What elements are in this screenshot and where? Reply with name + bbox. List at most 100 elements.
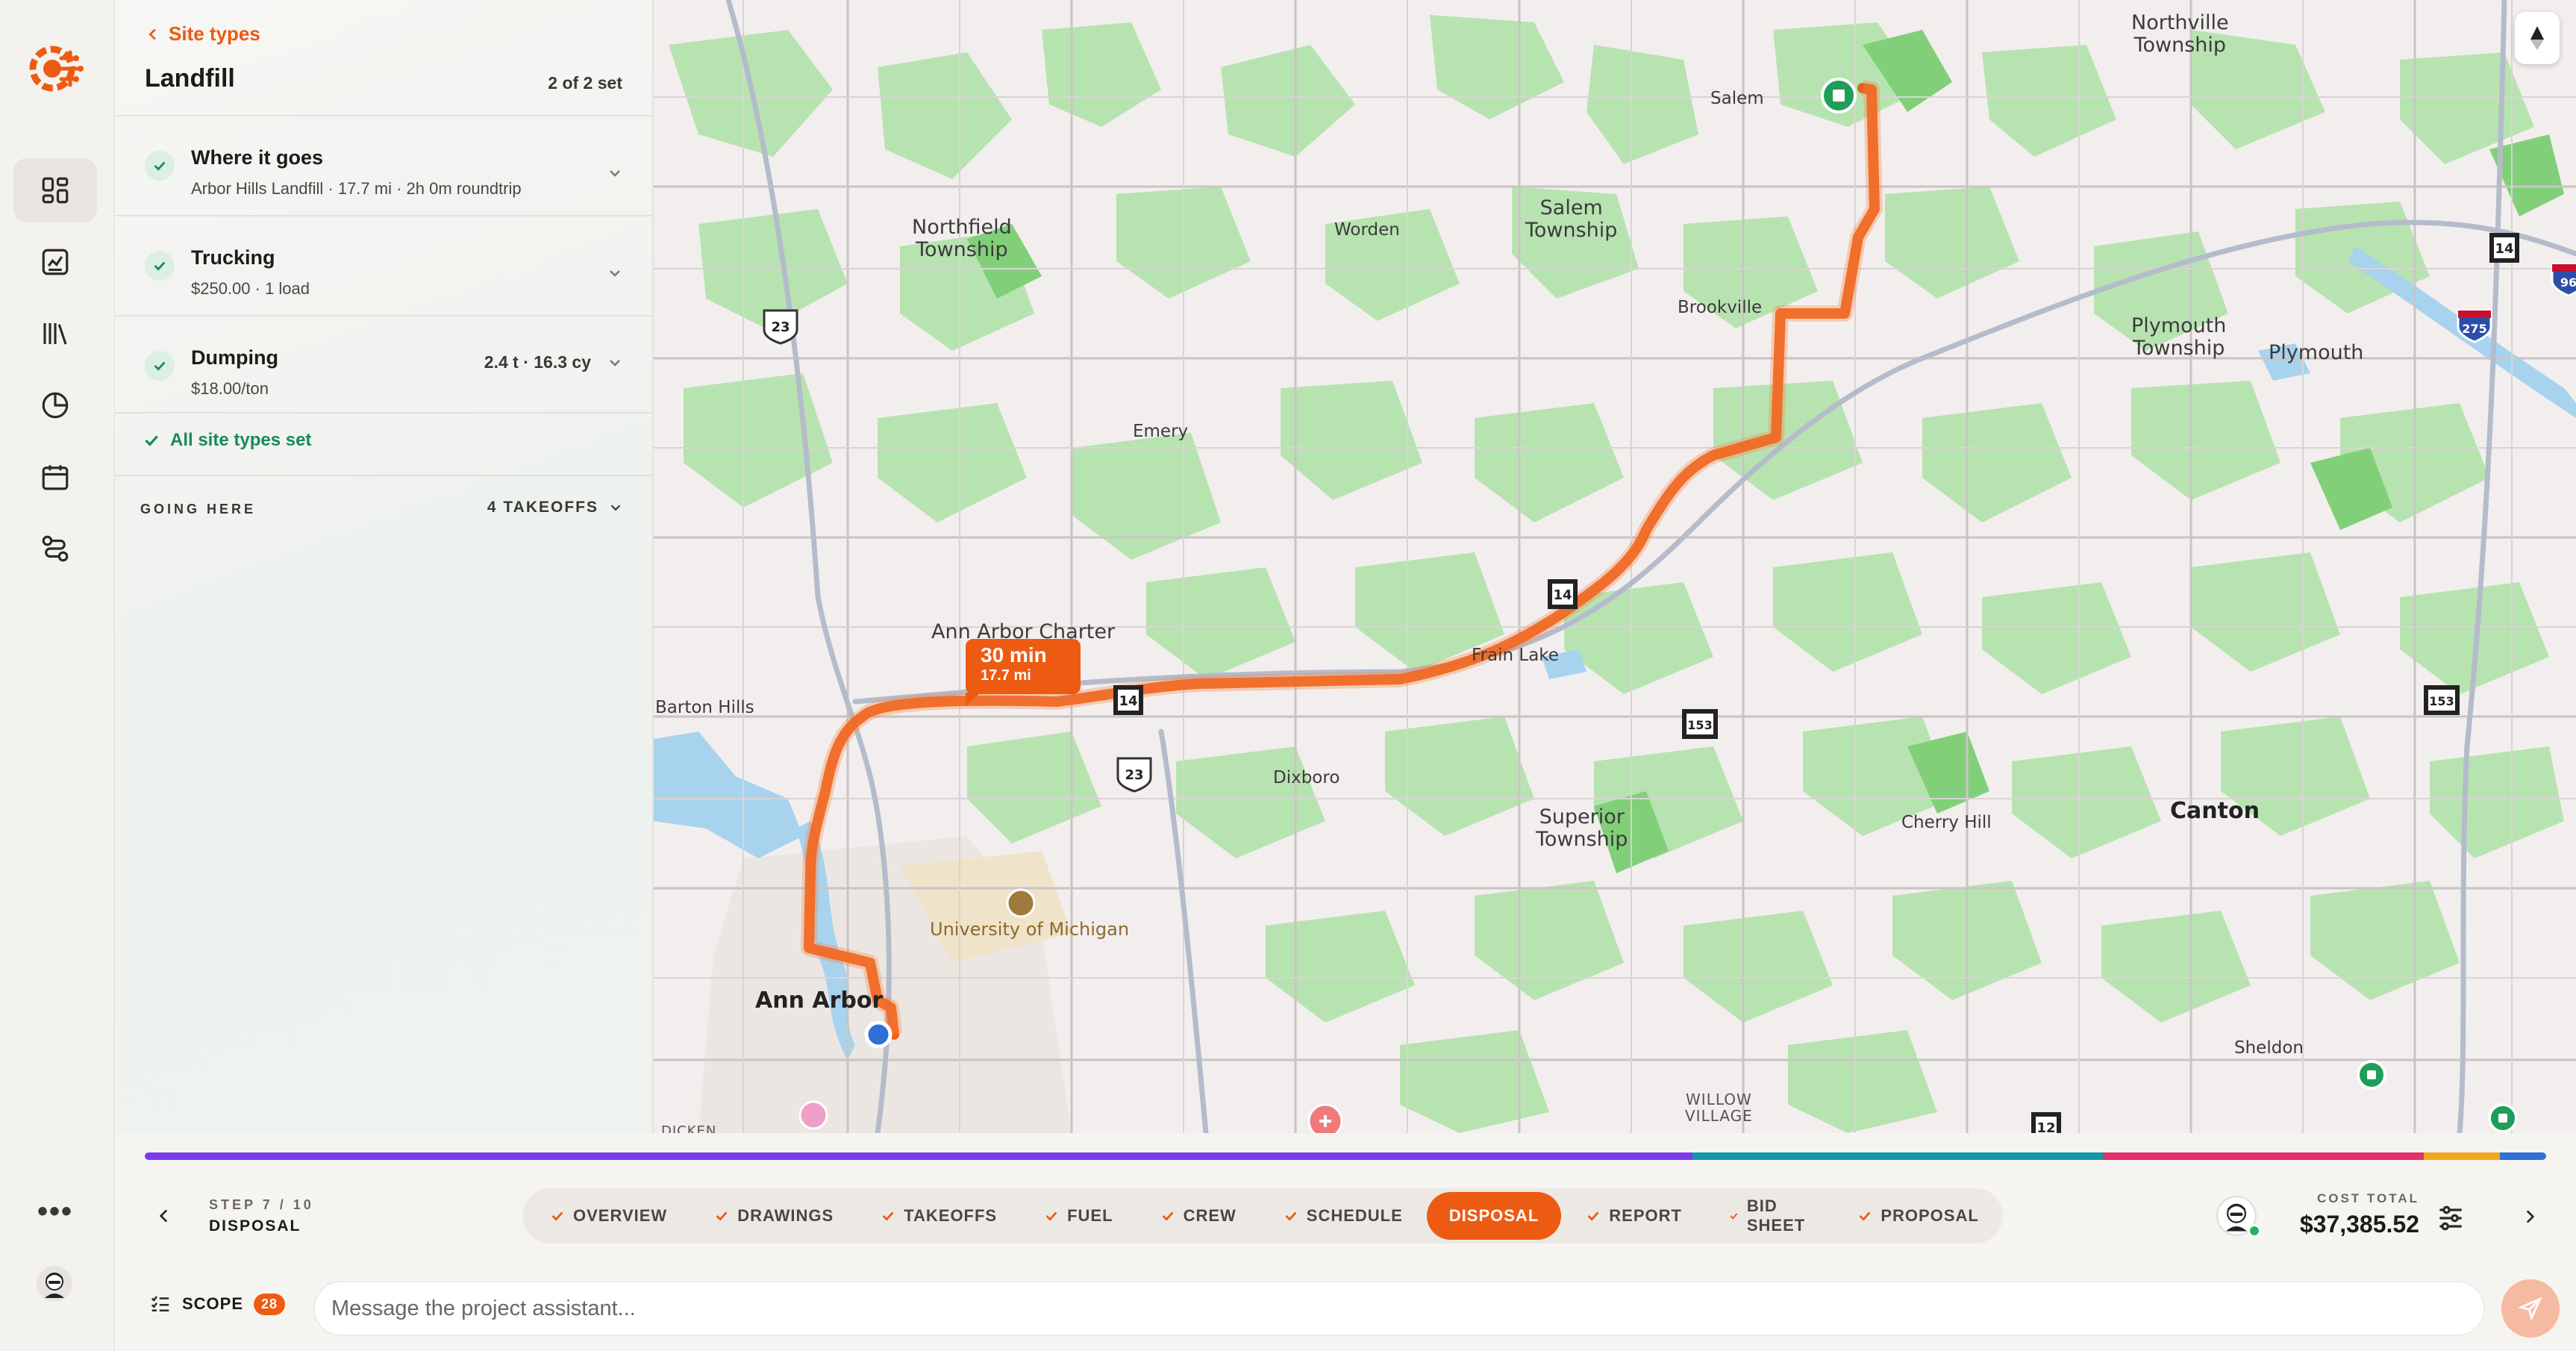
chevron-down-icon[interactable] xyxy=(606,264,624,282)
workflow-steps: OVERVIEW DRAWINGS TAKEOFFS FUEL CREW SCH… xyxy=(522,1188,2003,1244)
site-type-panel: Site types Landfill 2 of 2 set Where it … xyxy=(115,0,654,1133)
step-name: DISPOSAL xyxy=(209,1217,301,1235)
previous-step-button[interactable] xyxy=(149,1197,179,1235)
routes-icon xyxy=(42,535,69,562)
scope-button[interactable]: SCOPE 28 xyxy=(149,1293,286,1315)
check-icon xyxy=(882,1211,894,1221)
tab-overview[interactable]: OVERVIEW xyxy=(549,1192,667,1240)
workflow-progress-bar xyxy=(145,1152,2546,1160)
map-label-umich: University of Michigan xyxy=(930,919,1130,940)
tab-crew[interactable]: CREW xyxy=(1160,1192,1237,1240)
check-icon xyxy=(1730,1213,1738,1220)
chevron-left-icon xyxy=(159,1209,168,1223)
route-duration: 30 min xyxy=(981,643,1047,667)
dumping-row[interactable]: Dumping $18.00/ton 2.4 t · 16.3 cy xyxy=(115,315,654,415)
tab-report[interactable]: REPORT xyxy=(1585,1192,1682,1240)
check-icon xyxy=(145,351,175,381)
nav-dashboard[interactable] xyxy=(13,158,97,222)
next-step-button[interactable] xyxy=(2515,1200,2545,1233)
nav-library[interactable] xyxy=(13,302,97,366)
nav-estimate[interactable] xyxy=(13,230,97,294)
map-label-sheldon: Sheldon xyxy=(2234,1038,2304,1058)
scope-count-badge: 28 xyxy=(254,1293,286,1315)
svg-text:23: 23 xyxy=(1125,767,1143,783)
svg-text:96: 96 xyxy=(2560,275,2576,290)
user-avatar-icon[interactable] xyxy=(36,1265,73,1302)
progress-segment xyxy=(2424,1152,2500,1160)
back-link-label: Site types xyxy=(169,22,260,45)
takeoffs-dropdown[interactable]: 4 TAKEOFFS xyxy=(487,499,624,517)
nav-calendar[interactable] xyxy=(13,445,97,509)
all-set-status: All site types set xyxy=(142,430,311,451)
tab-bid-sheet[interactable]: BID SHEET xyxy=(1728,1192,1810,1240)
check-icon xyxy=(1162,1211,1174,1221)
route-distance: 17.7 mi xyxy=(981,667,1031,684)
svg-text:153: 153 xyxy=(1687,718,1712,732)
going-here-heading: GOING HERE xyxy=(140,502,257,517)
row-subtitle: $18.00/ton xyxy=(191,379,269,398)
assistant-message-input[interactable]: Message the project assistant... xyxy=(313,1281,2485,1336)
tab-drawings[interactable]: DRAWINGS xyxy=(713,1192,834,1240)
dumping-quantity: 2.4 t · 16.3 cy xyxy=(484,352,591,372)
svg-text:275: 275 xyxy=(2462,322,2486,336)
row-subtitle: $250.00 · 1 load xyxy=(191,279,310,298)
map-label-frain-lake: Frain Lake xyxy=(1472,646,1559,665)
map-label-emery: Emery xyxy=(1133,422,1189,441)
set-count: 2 of 2 set xyxy=(548,73,622,93)
tab-schedule[interactable]: SCHEDULE xyxy=(1283,1192,1403,1240)
dashboard-icon xyxy=(42,177,69,204)
chevron-down-icon[interactable] xyxy=(606,354,624,372)
sliders-icon[interactable] xyxy=(2434,1202,2467,1235)
svg-text:14: 14 xyxy=(1119,693,1137,709)
tab-fuel[interactable]: FUEL xyxy=(1043,1192,1113,1240)
trucking-row[interactable]: Trucking $250.00 · 1 load xyxy=(115,215,654,315)
route-map[interactable]: 23 23 14 14 14 153 153 12 275 96 Northvi… xyxy=(654,0,2576,1133)
analytics-icon xyxy=(42,392,69,419)
map-label-dixboro: Dixboro xyxy=(1273,768,1340,787)
more-menu-button[interactable]: ••• xyxy=(13,1179,97,1244)
progress-segment xyxy=(1692,1152,2103,1160)
map-label-plymouth-township: Plymouth Township xyxy=(2131,314,2227,360)
compass-button[interactable] xyxy=(2515,12,2560,64)
map-label-barton-hills: Barton Hills xyxy=(655,698,754,717)
progress-segment xyxy=(145,1152,1692,1160)
where-it-goes-row[interactable]: Where it goes Arbor Hills Landfill · 17.… xyxy=(115,115,654,215)
check-icon xyxy=(1859,1211,1871,1221)
map-label-willow-village: WILLOW VILLAGE xyxy=(1685,1091,1753,1125)
map-label-superior-township: Superior Township xyxy=(1536,805,1628,851)
map-label-plymouth: Plymouth xyxy=(2269,341,2364,364)
online-status-dot xyxy=(2248,1224,2261,1238)
map-label-northfield: Northfield Township xyxy=(912,216,1012,261)
calendar-icon xyxy=(42,465,69,490)
landfill-pin-icon xyxy=(1821,78,1857,113)
send-icon xyxy=(2518,1297,2542,1321)
row-subtitle: Arbor Hills Landfill · 17.7 mi · 2h 0m r… xyxy=(191,179,522,198)
chevron-left-icon xyxy=(149,28,156,40)
left-rail: ••• xyxy=(0,0,115,1351)
svg-text:153: 153 xyxy=(2429,694,2454,708)
scope-label: SCOPE xyxy=(182,1294,244,1313)
tab-takeoffs[interactable]: TAKEOFFS xyxy=(880,1192,997,1240)
check-icon xyxy=(145,251,175,281)
check-icon xyxy=(551,1211,563,1221)
nav-routes[interactable] xyxy=(13,517,97,581)
circuit-gear-logo-icon[interactable] xyxy=(22,36,87,100)
row-title: Dumping xyxy=(191,346,278,369)
route-eta-callout: 30 min 17.7 mi xyxy=(966,639,1081,706)
nav-analytics[interactable] xyxy=(13,373,97,437)
compass-icon xyxy=(2530,26,2544,50)
check-icon xyxy=(716,1211,728,1221)
back-to-site-types-link[interactable]: Site types xyxy=(145,22,260,46)
tab-proposal[interactable]: PROPOSAL xyxy=(1857,1192,1978,1240)
tab-disposal[interactable]: DISPOSAL xyxy=(1426,1192,1562,1240)
send-button[interactable] xyxy=(2501,1279,2560,1338)
progress-segment xyxy=(2103,1152,2424,1160)
map-label-cherry-hill: Cherry Hill xyxy=(1901,813,1992,832)
chevron-down-icon[interactable] xyxy=(606,164,624,182)
map-base: 23 23 14 14 14 153 153 12 275 96 xyxy=(654,0,2576,1133)
checklist-icon xyxy=(151,1296,169,1311)
cost-total-label: COST TOTAL xyxy=(2316,1191,2419,1205)
going-here-section: GOING HERE 4 TAKEOFFS xyxy=(115,475,654,539)
check-icon xyxy=(1285,1211,1297,1221)
row-title: Trucking xyxy=(191,246,275,269)
